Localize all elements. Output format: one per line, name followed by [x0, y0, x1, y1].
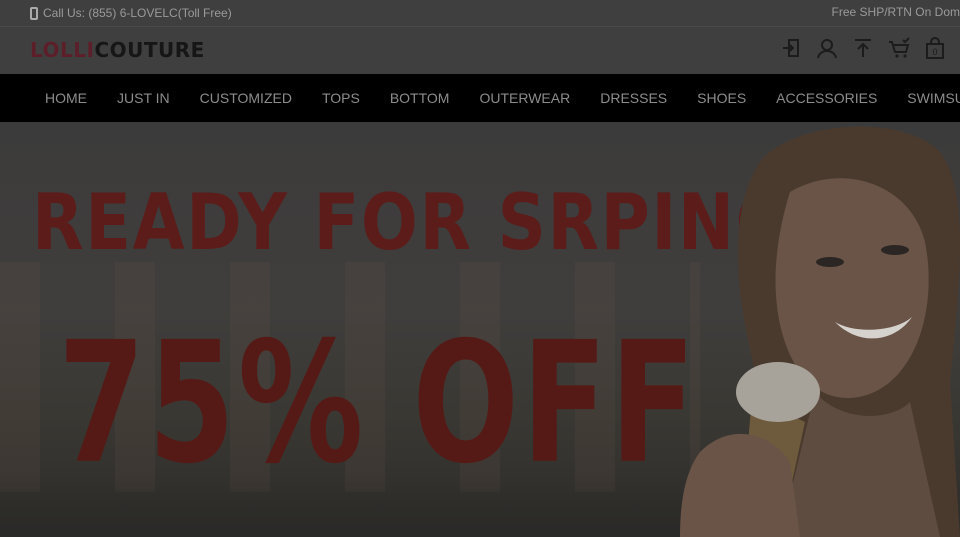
top-utility-bar: Call Us: (855) 6-LOVELC(Toll Free) Free … — [0, 0, 960, 27]
nav-item-dresses[interactable]: DRESSES — [585, 90, 682, 106]
site-header: LOLLICOUTURE 0 — [0, 27, 960, 74]
call-us[interactable]: Call Us: (855) 6-LOVELC(Toll Free) — [30, 6, 232, 20]
phone-icon — [30, 6, 38, 20]
shipping-promo[interactable]: Free SHP/RTN On Dom — [832, 5, 960, 19]
nav-item-just-in[interactable]: JUST IN — [102, 90, 185, 106]
hero-offer: 75% OFF — [58, 305, 699, 501]
nav-item-tops[interactable]: TOPS — [307, 90, 375, 106]
nav-item-customized[interactable]: CUSTOMIZED — [185, 90, 307, 106]
login-icon[interactable] — [780, 35, 802, 61]
logo-part-lolli: LOLLI — [30, 38, 95, 62]
nav-item-accessories[interactable]: ACCESSORIES — [761, 90, 892, 106]
logo-part-couture: COUTURE — [94, 38, 205, 62]
nav-item-home[interactable]: HOME — [30, 90, 102, 106]
nav-item-shoes[interactable]: SHOES — [682, 90, 761, 106]
upload-icon[interactable] — [852, 35, 874, 61]
hero-model-image — [680, 126, 960, 537]
nav-item-bottom[interactable]: BOTTOM — [375, 90, 465, 106]
call-us-label: Call Us: (855) 6-LOVELC(Toll Free) — [43, 6, 232, 20]
site-logo[interactable]: LOLLICOUTURE — [30, 38, 205, 62]
shopping-bag-icon[interactable]: 0 — [924, 35, 946, 61]
header-icons: 0 — [780, 35, 946, 61]
bag-count: 0 — [932, 47, 937, 57]
hero-banner[interactable]: READY FOR SRPING 75% OFF — [0, 122, 960, 537]
main-nav: HOME JUST IN CUSTOMIZED TOPS BOTTOM OUTE… — [0, 74, 960, 122]
account-icon[interactable] — [816, 35, 838, 61]
wishlist-cart-icon[interactable] — [888, 35, 910, 61]
nav-item-outerwear[interactable]: OUTERWEAR — [464, 90, 585, 106]
nav-item-swimsuits[interactable]: SWIMSUITS — [892, 90, 960, 106]
